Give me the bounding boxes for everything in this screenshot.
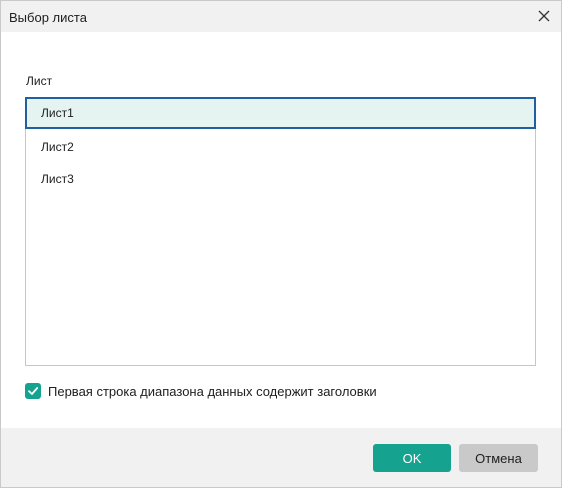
ok-button[interactable]: OK (373, 444, 451, 472)
dialog-title: Выбор листа (9, 10, 87, 25)
checkmark-icon (28, 387, 39, 395)
dialog-footer: OK Отмена (1, 428, 561, 487)
list-item-sheet2[interactable]: Лист2 (26, 131, 535, 163)
sheet-select-dialog: Выбор листа Лист Лист1 Лист2 Лист3 Перва… (0, 0, 562, 488)
header-row-option: Первая строка диапазона данных содержит … (25, 383, 377, 399)
list-item-sheet3[interactable]: Лист3 (26, 163, 535, 195)
sheet-list-label: Лист (26, 74, 53, 88)
close-button[interactable] (535, 7, 553, 25)
list-item-sheet1[interactable]: Лист1 (25, 97, 536, 129)
header-row-checkbox[interactable] (25, 383, 41, 399)
header-row-label[interactable]: Первая строка диапазона данных содержит … (48, 384, 377, 399)
title-bar: Выбор листа (1, 1, 561, 32)
close-icon (538, 10, 550, 22)
sheet-listbox[interactable]: Лист1 Лист2 Лист3 (25, 97, 536, 366)
cancel-button[interactable]: Отмена (459, 444, 538, 472)
